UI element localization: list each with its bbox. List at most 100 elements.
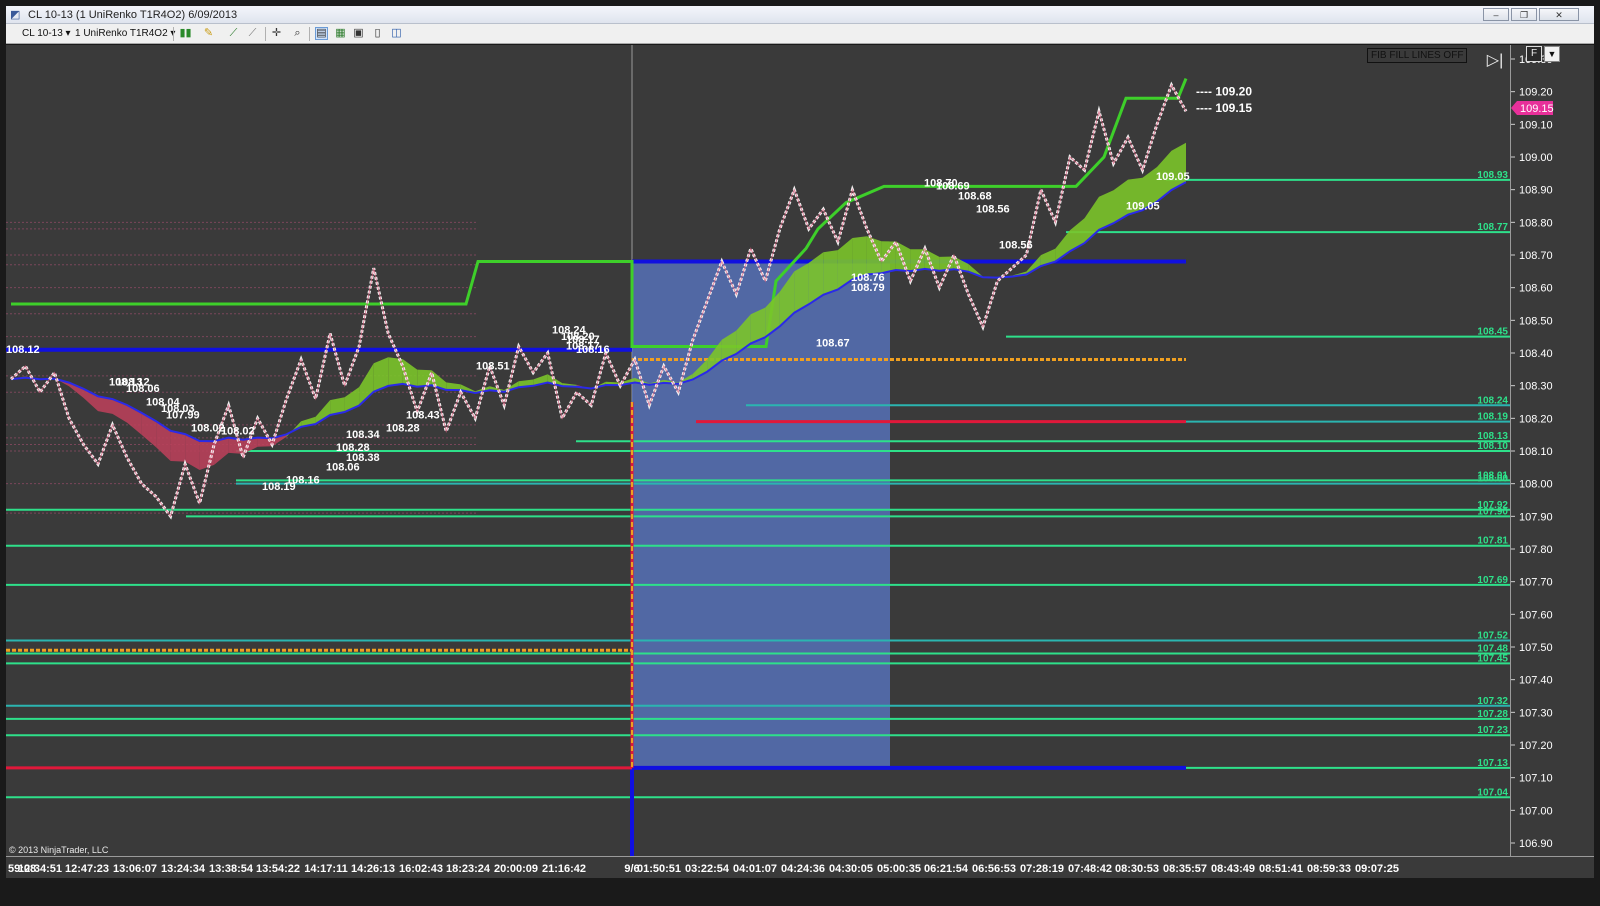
price-level-label: 107.45: [1477, 653, 1508, 664]
price-level-label: 107.90: [1477, 506, 1508, 517]
title-bar: ◩ CL 10-13 (1 UniRenko T1R4O2) 6/09/2013…: [6, 6, 1594, 24]
price-level-label: 108.19: [1477, 412, 1508, 423]
period-selector[interactable]: 1 UniRenko T1R4O2 ▾: [75, 28, 175, 39]
price-axis-label: 107.10: [1519, 773, 1553, 785]
signal-price-label: 108.43: [406, 409, 440, 421]
signal-price-label: 108.56: [976, 204, 1010, 216]
ma-ribbon-segment: [881, 241, 896, 274]
signal-price-label: 108.34: [346, 429, 381, 441]
price-level-label: 107.23: [1477, 725, 1508, 736]
price-axis-label: 108.10: [1519, 446, 1553, 458]
f-button[interactable]: F: [1526, 46, 1542, 62]
time-axis-label: 04:30:05: [829, 863, 873, 875]
price-axis-label: 108.70: [1519, 250, 1553, 262]
time-axis-label: 06:21:54: [924, 863, 969, 875]
properties-icon[interactable]: ▣: [352, 27, 365, 40]
chart-panel[interactable]: 108.93 108.77 108.45 108.24 108.19 108.13 108.…: [6, 45, 1510, 856]
crosshair-icon[interactable]: ✛: [270, 27, 283, 40]
indicator-icon[interactable]: ⟋: [227, 27, 240, 40]
period-label: 1 UniRenko T1R4O2: [75, 28, 168, 39]
projection-label: ---- 109.20: [1196, 85, 1252, 99]
ma-ribbon-segment: [1026, 255, 1041, 275]
signal-price-label: 108.12: [6, 344, 40, 356]
time-axis-label: 20:00:09: [494, 863, 538, 875]
signal-price-label: 109.05: [1126, 200, 1160, 212]
price-level-label: 107.28: [1477, 709, 1508, 720]
time-axis-label: 05:00:35: [877, 863, 921, 875]
price-axis-label: 108.30: [1519, 381, 1553, 393]
bar-style-icon[interactable]: ▮▮: [179, 27, 192, 40]
time-axis-label: 08:51:41: [1259, 863, 1303, 875]
price-axis-label: 108.60: [1519, 283, 1553, 295]
zoom-icon[interactable]: ⌕: [291, 27, 304, 40]
signal-price-label: 108.51: [476, 360, 510, 372]
price-level-label: 107.81: [1477, 536, 1508, 547]
price-axis-label: 108.00: [1519, 479, 1553, 491]
minimize-button[interactable]: –: [1483, 8, 1509, 21]
price-axis-label: 109.10: [1519, 119, 1553, 131]
ma-ribbon-segment: [823, 250, 838, 295]
time-axis-label: 13:38:54: [209, 863, 254, 875]
time-axis-label: 09:07:25: [1355, 863, 1399, 875]
signal-price-label: 108.16: [286, 475, 320, 487]
chart-trader-icon[interactable]: ▦: [334, 27, 347, 40]
price-axis-label: 107.50: [1519, 642, 1553, 654]
price-chart[interactable]: 108.93108.77108.45108.24108.19108.13108.…: [6, 45, 1510, 856]
close-button[interactable]: ✕: [1539, 8, 1579, 21]
price-axis-label: 108.20: [1519, 413, 1553, 425]
price-axis-label: 108.90: [1519, 185, 1553, 197]
time-axis-label: 16:02:43: [399, 863, 443, 875]
time-axis-label: 21:16:42: [542, 863, 586, 875]
fib-fill-toggle[interactable]: FIB FILL LINES OFF: [1367, 48, 1468, 63]
price-level-label: 107.52: [1477, 630, 1508, 641]
signal-price-label: 109.05: [1156, 171, 1190, 183]
signal-price-label: 108.56: [999, 239, 1033, 251]
price-axis-label: 107.70: [1519, 577, 1553, 589]
data-box-icon[interactable]: ▤: [315, 27, 328, 40]
price-level-label: 107.04: [1477, 787, 1508, 798]
price-axis-label: 108.80: [1519, 217, 1553, 229]
price-axis-label: 107.20: [1519, 740, 1553, 752]
print-icon[interactable]: ▯: [371, 27, 384, 40]
time-axis-label: 18:23:24: [446, 863, 491, 875]
time-axis-label: 13:54:22: [256, 863, 300, 875]
restore-button[interactable]: ❐: [1511, 8, 1537, 21]
time-axis-label: 07:48:42: [1068, 863, 1112, 875]
signal-price-label: 108.79: [851, 282, 885, 294]
price-axis-label: 109.20: [1519, 87, 1553, 99]
price-level-label: 108.10: [1477, 441, 1508, 452]
current-price-label: 109.15: [1520, 103, 1554, 115]
price-level-label: 107.32: [1477, 696, 1508, 707]
price-axis-label: 107.60: [1519, 609, 1553, 621]
time-axis[interactable]: 59:08 12:34:51 12:47:23 13:06:07 13:24:34 13:…: [6, 856, 1594, 878]
trend-stop-line: [11, 78, 1188, 348]
price-axis[interactable]: 109.30109.20109.10109.00108.90108.80108.…: [1510, 45, 1594, 856]
time-axis-label: 08:30:53: [1115, 863, 1159, 875]
window-title: CL 10-13 (1 UniRenko T1R4O2) 6/09/2013: [28, 9, 238, 21]
time-axis-label: 12:47:23: [65, 863, 109, 875]
price-axis-label: 108.40: [1519, 348, 1553, 360]
strategy-icon[interactable]: ⟋: [246, 27, 259, 40]
price-level-label: 107.13: [1477, 758, 1508, 769]
price-level-label: 108.24: [1477, 395, 1508, 406]
price-level-label: 108.00: [1477, 474, 1508, 485]
price-axis-label: 109.00: [1519, 152, 1553, 164]
price-axis-label: 107.00: [1519, 805, 1553, 817]
signal-price-label: 108.68: [958, 190, 992, 202]
instrument-selector[interactable]: CL 10-13 ▾: [22, 28, 71, 39]
chevron-down-icon[interactable]: ▼: [1544, 46, 1560, 62]
chart-window: ◩ CL 10-13 (1 UniRenko T1R4O2) 6/09/2013…: [0, 0, 1600, 906]
time-axis-label: 13:24:34: [161, 863, 206, 875]
time-axis-label: 08:35:57: [1163, 863, 1207, 875]
time-axis-label: 06:56:53: [972, 863, 1016, 875]
window-link-icon[interactable]: ◫: [390, 27, 403, 40]
signal-price-label: 108.02: [191, 422, 225, 434]
time-axis-label: 04:01:07: [733, 863, 777, 875]
price-level-label: 108.77: [1477, 222, 1508, 233]
draw-tool-icon[interactable]: ✎: [202, 27, 215, 40]
scroll-to-end-icon[interactable]: ▷|: [1485, 51, 1505, 71]
projection-label: ---- 109.15: [1196, 101, 1252, 115]
time-axis-label: 14:26:13: [351, 863, 395, 875]
signal-price-label: 107.99: [166, 409, 200, 421]
signal-price-label: 108.02: [221, 426, 255, 438]
